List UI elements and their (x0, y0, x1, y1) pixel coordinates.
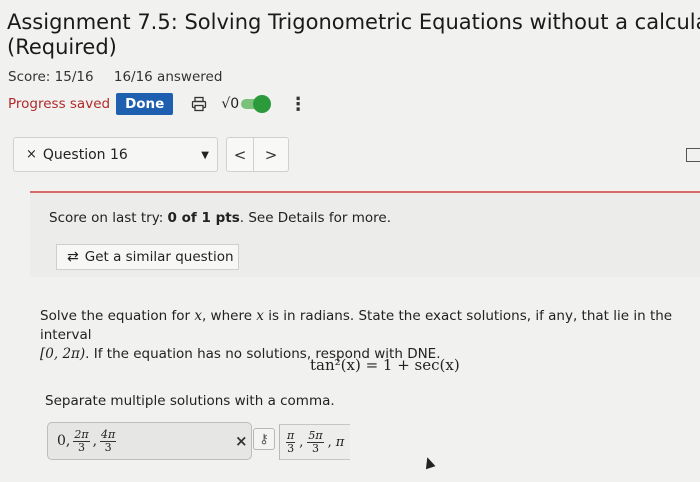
title-line-1: Assignment 7.5: Solving Trigonometric Eq… (7, 10, 700, 34)
correct-f1-num: π (286, 428, 296, 443)
correct-sep-1: , (299, 434, 304, 450)
last-try-points: 0 of 1 pts (167, 210, 240, 226)
question-selector[interactable]: × Question 16 ▼ (13, 137, 218, 172)
correct-answer-display: π 3 , 5π 3 , π (279, 424, 351, 460)
correct-sep-2: , (327, 434, 332, 450)
answer-instruction: Separate multiple solutions with a comma… (45, 393, 335, 409)
answered-count: 16/16 answered (113, 69, 223, 85)
score-text: Score: 15/16 (8, 69, 94, 85)
correct-f1-den: 3 (287, 441, 295, 455)
similar-question-label: Get a similar question (84, 249, 234, 265)
last-try-prefix: Score on last try: (49, 210, 168, 226)
answer-f2-num: 4π (100, 427, 117, 442)
print-icon[interactable] (191, 96, 207, 112)
correct-f2-num: 5π (307, 428, 324, 443)
q-var-2: x (256, 308, 264, 324)
q-var-1: x (194, 308, 202, 324)
incorrect-x-icon: × (235, 432, 248, 450)
toggle-switch[interactable] (241, 95, 272, 113)
last-try-suffix: . See Details for more. (239, 210, 391, 226)
page-title: Assignment 7.5: Solving Trigonometric Eq… (7, 10, 700, 60)
previous-question-button[interactable]: < (226, 137, 254, 172)
score-summary: Score: 15/16 16/16 answered (8, 69, 222, 85)
correct-fraction-1: π 3 (286, 428, 296, 455)
mouse-cursor-icon (422, 455, 436, 470)
equation: tan²(x) = 1 + sec(x) (310, 356, 460, 374)
correct-f2-den: 3 (311, 441, 319, 455)
correct-tail: π (335, 434, 345, 450)
progress-saved-status: Progress saved (8, 96, 111, 112)
refresh-icon: ⇄ (67, 249, 79, 265)
answer-f1-num: 2π (73, 427, 90, 442)
correct-fraction-2: 5π 3 (307, 428, 324, 455)
answer-sep: , (92, 433, 98, 449)
key-icon[interactable]: ⚷ (253, 428, 275, 450)
math-view-toggle[interactable]: √0 (221, 95, 272, 113)
q-interval: [0, 2π) (40, 346, 86, 362)
done-button[interactable]: Done (116, 93, 174, 115)
q-text-a: Solve the equation for (40, 308, 195, 324)
details-panel-icon[interactable] (686, 148, 700, 162)
question-label: Question 16 (42, 146, 128, 163)
q-text-b: , where (201, 308, 257, 324)
answer-fraction-2: 4π 3 (100, 427, 117, 454)
chevron-down-icon: ▼ (201, 150, 209, 161)
answer-lead: 0, (57, 433, 71, 449)
title-line-2: (Required) (7, 35, 117, 59)
sqrt-label: √0 (221, 96, 240, 112)
answer-fraction-1: 2π 3 (73, 427, 90, 454)
answer-input[interactable]: 0, 2π 3 , 4π 3 (47, 422, 252, 460)
next-question-button[interactable]: > (254, 137, 289, 172)
similar-question-button[interactable]: ⇄ Get a similar question (56, 244, 239, 270)
last-try-score: Score on last try: 0 of 1 pts. See Detai… (49, 210, 391, 226)
answer-value: 0, 2π 3 , 4π 3 (57, 427, 117, 454)
answer-f1-den: 3 (77, 440, 85, 454)
progress-toolbar: Progress saved Done √0 ⋮ (8, 93, 307, 115)
answer-f2-den: 3 (104, 440, 112, 454)
more-options-icon[interactable]: ⋮ (289, 94, 307, 115)
question-status-x-icon: × (26, 147, 37, 162)
